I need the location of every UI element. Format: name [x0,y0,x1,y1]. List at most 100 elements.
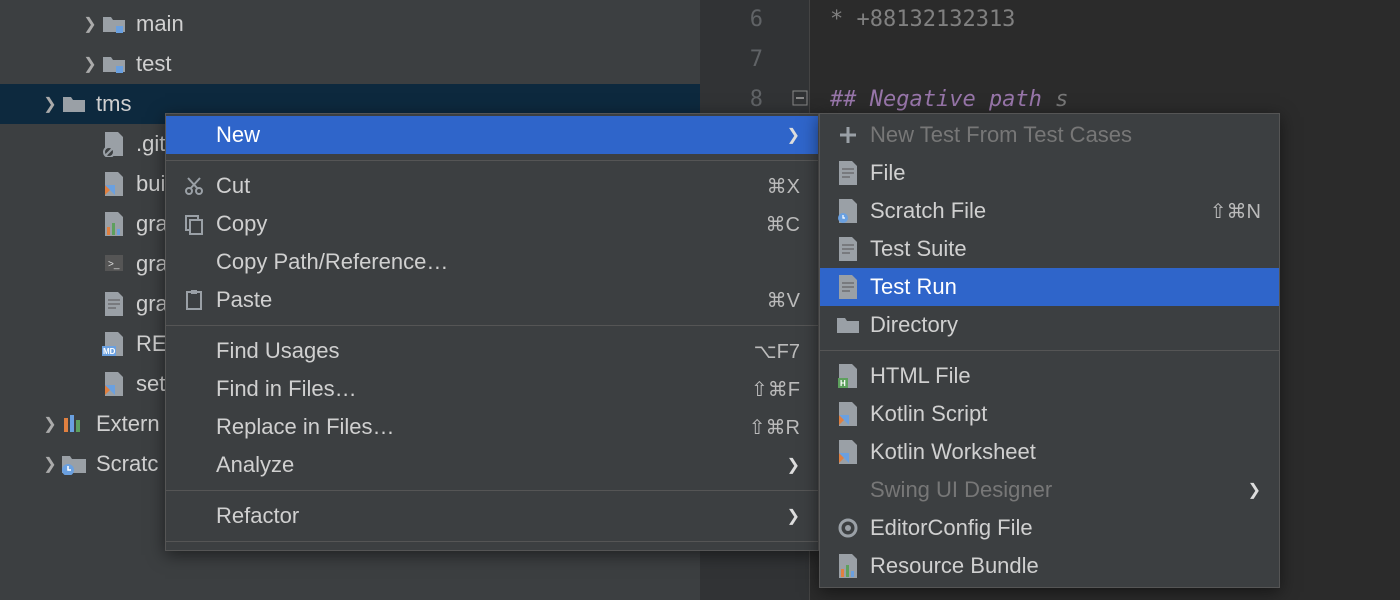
menu-item-refactor[interactable]: Refactor ❯ [166,497,818,535]
menu-separator [820,350,1279,351]
menu-item-editorconfig-file[interactable]: EditorConfig File [820,509,1279,547]
bars-file-icon [834,552,862,580]
tree-item-test[interactable]: ❯test [0,44,700,84]
code-line[interactable]: * +88132132313 [810,0,1400,40]
chevron-right-icon[interactable]: ❯ [40,94,60,114]
menu-item-label: Kotlin Script [870,401,1261,427]
truncate-indicator: s [1055,87,1068,112]
fold-icon[interactable] [792,90,808,106]
tree-item-label: set [136,371,165,397]
new-submenu[interactable]: New Test From Test Cases File Scratch File… [819,113,1280,588]
text-file-icon [834,159,862,187]
code-line[interactable] [810,40,1400,80]
menu-item-find-usages[interactable]: Find Usages⌥F7 [166,332,818,370]
tree-item-label: .git [136,131,165,157]
tree-item-label: tms [96,91,131,117]
menu-item-label: Kotlin Worksheet [870,439,1261,465]
blank-icon [180,248,208,276]
paste-icon [180,286,208,314]
menu-item-replace-in-files[interactable]: Replace in Files…⇧⌘R [166,408,818,446]
menu-item-kotlin-script[interactable]: Kotlin Script [820,395,1279,433]
menu-item-directory[interactable]: Directory [820,306,1279,344]
chevron-right-icon[interactable]: ❯ [40,454,60,474]
menu-item-paste[interactable]: Paste⌘V [166,281,818,319]
menu-item-label: File [870,160,1261,186]
menu-item-label: Paste [216,287,767,313]
file-ignored-icon [100,130,128,158]
chevron-right-icon: ❯ [787,125,800,145]
menu-item-copy[interactable]: Copy⌘C [166,205,818,243]
tree-item-label: RE [136,331,167,357]
menu-item-label: Directory [870,312,1261,338]
menu-item-label: Swing UI Designer [870,477,1236,503]
tree-item-label: Extern [96,411,160,437]
menu-item-scratch-file[interactable]: Scratch File⇧⌘N [820,192,1279,230]
tree-item-label: main [136,11,184,37]
context-menu[interactable]: New❯Cut⌘XCopy⌘CCopy Path/Reference…Paste… [165,113,819,551]
blank-icon [180,451,208,479]
shortcut-label: ⌘V [767,288,800,313]
menu-item-new[interactable]: New ❯ [166,116,818,154]
new-test-icon [834,121,862,149]
menu-item-label: EditorConfig File [870,515,1261,541]
svg-text:MD: MD [103,347,116,356]
menu-item-label: HTML File [870,363,1261,389]
menu-item-resource-bundle[interactable]: Resource Bundle [820,547,1279,585]
md-file-icon: MD [100,330,128,358]
blank-icon [180,413,208,441]
blank-icon [180,121,208,149]
tree-item-label: Scratc [96,451,158,477]
menu-item-label: Resource Bundle [870,553,1261,579]
cut-icon [180,172,208,200]
menu-item-cut[interactable]: Cut⌘X [166,167,818,205]
menu-item-label: Copy [216,211,766,237]
folder-source-icon [100,50,128,78]
svg-text:>_: >_ [108,259,120,270]
kotlin-file-icon [834,438,862,466]
menu-item-label: Find in Files… [216,376,751,402]
text-file-icon [834,273,862,301]
text-file-icon [834,235,862,263]
shortcut-label: ⌘X [767,174,800,199]
menu-item-analyze[interactable]: Analyze ❯ [166,446,818,484]
menu-item-test-run[interactable]: Test Run [820,268,1279,306]
menu-item-find-in-files[interactable]: Find in Files…⇧⌘F [166,370,818,408]
line-number: 7 [700,40,763,80]
menu-item-kotlin-worksheet[interactable]: Kotlin Worksheet [820,433,1279,471]
menu-separator [166,541,818,542]
menu-item-label: Analyze [216,452,775,478]
html-file-icon: H [834,362,862,390]
menu-separator [166,490,818,491]
menu-item-label: New [216,122,775,148]
menu-item-label: Find Usages [216,338,754,364]
menu-item-file[interactable]: File [820,154,1279,192]
menu-item-copy-path-reference[interactable]: Copy Path/Reference… [166,243,818,281]
chevron-right-icon[interactable]: ❯ [80,54,100,74]
shortcut-label: ⌘C [766,212,800,237]
menu-item-swing-ui-designer: Swing UI Designer❯ [820,471,1279,509]
chevron-right-icon[interactable]: ❯ [80,14,100,34]
menu-separator [166,160,818,161]
chevron-right-icon: ❯ [787,455,800,475]
line-number: 6 [700,0,763,40]
menu-item-label: Test Suite [870,236,1261,262]
tree-item-main[interactable]: ❯ main [0,4,700,44]
shortcut-label: ⇧⌘F [751,377,800,402]
blank-icon [180,337,208,365]
chevron-right-icon: ❯ [787,506,800,526]
menu-item-html-file[interactable]: H HTML File [820,357,1279,395]
blank-icon [180,502,208,530]
text-file-icon [100,290,128,318]
menu-item-label: Refactor [216,503,775,529]
menu-item-label: Copy Path/Reference… [216,249,800,275]
scratch-file-icon [834,197,862,225]
cmd-file-icon: >_ [100,250,128,278]
scratch-folder-icon [60,450,88,478]
chevron-right-icon[interactable]: ❯ [40,414,60,434]
menu-item-label: New Test From Test Cases [870,122,1261,148]
blank-icon [834,476,862,504]
blank-icon [180,375,208,403]
tree-item-label: bui [136,171,165,197]
copy-icon [180,210,208,238]
menu-item-test-suite[interactable]: Test Suite [820,230,1279,268]
